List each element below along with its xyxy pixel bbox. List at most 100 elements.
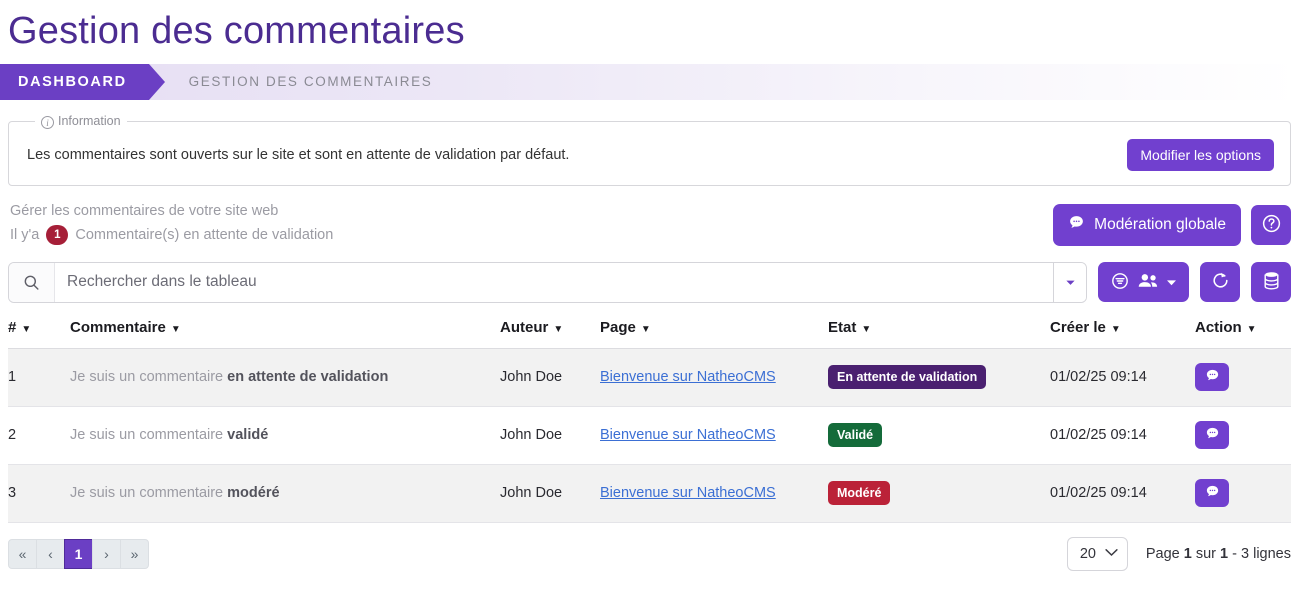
table-footer: « ‹ 1 › » 20 Page 1 sur 1 - 3 lignes: [8, 536, 1291, 571]
page-info: Page 1 sur 1 - 3 lignes: [1146, 546, 1291, 562]
cell-author: John Doe: [500, 464, 600, 523]
pagination-next-button[interactable]: ›: [92, 538, 121, 569]
sort-caret-icon: ▼: [640, 323, 651, 335]
cell-id: 2: [8, 406, 70, 465]
breadcrumb-dashboard-label: DASHBOARD: [18, 73, 127, 90]
table-row[interactable]: 1 Je suis un commentaire en attente de v…: [8, 348, 1291, 407]
cell-state: En attente de validation: [828, 348, 1050, 407]
users-caret-icon: [1166, 275, 1177, 290]
information-text: Les commentaires sont ouverts sur le sit…: [27, 146, 570, 163]
breadcrumb-item-dashboard[interactable]: DASHBOARD: [0, 63, 165, 100]
page-info-current: 1: [1183, 545, 1192, 562]
refresh-icon: [1210, 270, 1231, 294]
cell-action: [1195, 406, 1291, 465]
comment-icon: [1068, 214, 1085, 236]
cell-id: 3: [8, 464, 70, 523]
database-button[interactable]: [1251, 262, 1291, 302]
sort-caret-icon: ▼: [861, 323, 872, 335]
comment-icon: [1205, 426, 1220, 444]
table-header-row: # ▼ Commentaire ▼ Auteur ▼ Page ▼ Etat ▼ Crée…: [8, 312, 1291, 349]
column-header-page[interactable]: Page ▼: [600, 312, 828, 349]
column-label-etat: Etat: [828, 318, 857, 336]
table-row[interactable]: 3 Je suis un commentaire modéré John Doe…: [8, 464, 1291, 523]
sort-caret-icon: ▼: [21, 323, 32, 335]
caret-down-icon: [1065, 280, 1075, 285]
comment-text-bold: validé: [227, 427, 269, 443]
status-badge: En attente de validation: [828, 365, 987, 389]
column-header-action[interactable]: Action ▼: [1195, 312, 1291, 349]
column-header-etat[interactable]: Etat ▼: [828, 312, 1050, 349]
breadcrumb-item-current: GESTION DES COMMENTAIRES: [188, 74, 433, 89]
subheader-description: Gérer les commentaires de votre site web: [10, 202, 279, 219]
table-toolbar: [8, 261, 1291, 303]
row-moderate-button[interactable]: [1195, 363, 1229, 391]
table-body: 1 Je suis un commentaire en attente de v…: [8, 348, 1291, 523]
page-info-total: 1: [1220, 545, 1229, 562]
cell-state: Modéré: [828, 464, 1050, 523]
database-icon: [1262, 270, 1281, 294]
row-moderate-button[interactable]: [1195, 421, 1229, 449]
page-info-prefix: Page: [1145, 545, 1180, 562]
sort-caret-icon: ▼: [170, 323, 181, 335]
global-moderation-label: Modération globale: [1094, 215, 1226, 233]
comment-text-bold: en attente de validation: [227, 369, 389, 385]
information-legend: i Information: [35, 114, 127, 129]
subheader-pending-line: Il y'a 1 Commentaire(s) en attente de va…: [10, 222, 333, 248]
search-bar: [8, 261, 1087, 303]
help-button[interactable]: [1251, 204, 1291, 245]
cell-id: 1: [8, 348, 70, 407]
breadcrumb: DASHBOARD GESTION DES COMMENTAIRES: [0, 63, 1299, 100]
subheader: Gérer les commentaires de votre site web…: [8, 200, 1291, 248]
column-label-auteur: Auteur: [500, 318, 549, 336]
column-header-id[interactable]: # ▼: [8, 312, 70, 349]
search-input[interactable]: [55, 262, 1053, 302]
question-circle-icon: [1261, 213, 1282, 237]
users-icon: [1137, 272, 1159, 292]
cell-page: Bienvenue sur NatheoCMS: [600, 348, 828, 407]
refresh-button[interactable]: [1200, 262, 1240, 302]
comments-table: # ▼ Commentaire ▼ Auteur ▼ Page ▼ Etat ▼ Crée…: [8, 312, 1291, 523]
comment-icon: [1205, 484, 1220, 502]
filter-circle-icon: [1110, 271, 1130, 294]
column-label-action: Action: [1195, 318, 1242, 336]
column-label-commentaire: Commentaire: [70, 318, 166, 336]
cell-date: 01/02/25 09:14: [1050, 406, 1195, 465]
pagination-page-1-button[interactable]: 1: [64, 538, 93, 569]
pagination: « ‹ 1 › »: [8, 538, 149, 569]
column-header-commentaire[interactable]: Commentaire ▼: [70, 312, 500, 349]
global-moderation-button[interactable]: Modération globale: [1053, 203, 1241, 246]
information-legend-label: Information: [58, 113, 121, 128]
cell-date: 01/02/25 09:14: [1050, 348, 1195, 407]
cell-comment: Je suis un commentaire validé: [70, 406, 500, 465]
page-title: Gestion des commentaires: [8, 10, 465, 52]
per-page-select-wrapper: 20: [1066, 536, 1128, 571]
cell-date: 01/02/25 09:14: [1050, 464, 1195, 523]
page-link[interactable]: Bienvenue sur NatheoCMS: [600, 369, 776, 385]
row-moderate-button[interactable]: [1195, 479, 1229, 507]
pagination-prev-button[interactable]: ‹: [36, 538, 65, 569]
pagination-last-button[interactable]: »: [120, 538, 149, 569]
search-icon: [9, 262, 55, 302]
page-link[interactable]: Bienvenue sur NatheoCMS: [600, 427, 776, 443]
cell-author: John Doe: [500, 348, 600, 407]
search-options-toggle[interactable]: [1053, 262, 1086, 302]
column-header-auteur[interactable]: Auteur ▼: [500, 312, 600, 349]
cell-action: [1195, 348, 1291, 407]
cell-comment: Je suis un commentaire modéré: [70, 464, 500, 523]
column-header-creer-le[interactable]: Créer le ▼: [1050, 312, 1195, 349]
pending-count-badge: 1: [46, 224, 69, 245]
modify-options-button[interactable]: Modifier les options: [1127, 138, 1274, 171]
pending-prefix-label: Il y'a: [10, 226, 40, 243]
per-page-select[interactable]: 20: [1066, 536, 1128, 571]
comment-text-plain: Je suis un commentaire: [70, 485, 228, 501]
info-circle-icon: i: [41, 115, 54, 129]
comment-text-bold: modéré: [227, 485, 280, 501]
filter-users-button[interactable]: [1098, 262, 1189, 302]
page-link[interactable]: Bienvenue sur NatheoCMS: [600, 485, 776, 501]
table-row[interactable]: 2 Je suis un commentaire validé John Doe…: [8, 406, 1291, 465]
sort-caret-icon: ▼: [553, 323, 564, 335]
page-info-middle: sur: [1195, 545, 1217, 562]
pagination-first-button[interactable]: «: [8, 538, 37, 569]
cell-state: Validé: [828, 406, 1050, 465]
column-label-page: Page: [600, 318, 636, 336]
